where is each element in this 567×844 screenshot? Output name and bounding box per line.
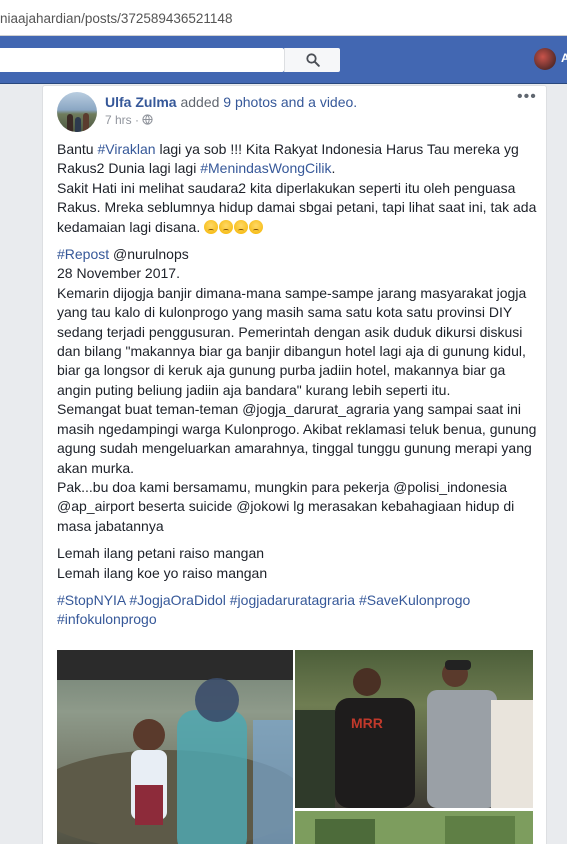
post-options-button[interactable]: •••	[517, 88, 537, 106]
facebook-top-bar: A	[0, 36, 567, 84]
post-header: Ulfa Zulma added 9 photos and a video.	[105, 94, 357, 110]
crying-face-icon	[249, 219, 264, 234]
post-hashtags[interactable]: #StopNYIA #JogjaOraDidol #jogjadaruratag…	[57, 591, 537, 630]
post-paragraph-4: Semangat buat teman-teman @jogja_darurat…	[57, 401, 537, 476]
post-time[interactable]: 7 hrs ·	[105, 113, 153, 127]
post-timestamp[interactable]: 7 hrs	[105, 113, 132, 127]
address-url[interactable]: niaajahardian/posts/372589436521148	[0, 11, 232, 26]
photo-3-image	[295, 811, 533, 844]
svg-text:MRR: MRR	[351, 715, 383, 731]
browser-address-bar[interactable]: niaajahardian/posts/372589436521148	[0, 0, 567, 36]
hashtag-menindaswongcilik[interactable]: #MenindasWongCilik	[200, 160, 331, 176]
author-avatar[interactable]	[57, 92, 97, 132]
search-input[interactable]	[0, 48, 284, 72]
search-button[interactable]	[284, 48, 340, 72]
post-paragraph-1: Bantu #Viraklan lagi ya sob !!! Kita Rak…	[57, 141, 519, 177]
photo-1-image	[57, 650, 293, 844]
crying-face-icon	[234, 219, 249, 234]
post-photo-1[interactable]	[57, 650, 293, 844]
author-name[interactable]: Ulfa Zulma	[105, 94, 177, 110]
post-text: Bantu #Viraklan lagi ya sob !!! Kita Rak…	[57, 140, 537, 630]
repost-line: #Repost @nurulnops	[57, 246, 189, 263]
post-action: added	[176, 94, 224, 110]
search-icon	[305, 53, 320, 67]
post-paragraph-2: Sakit Hati ini melihat saudara2 kita dip…	[57, 179, 537, 235]
post-card: Ulfa Zulma added 9 photos and a video. 7…	[42, 85, 547, 844]
crying-face-icon	[204, 219, 219, 234]
profile-name[interactable]: A	[561, 51, 567, 65]
media-link[interactable]: 9 photos and a video.	[223, 94, 357, 110]
post-paragraph-3: Kemarin dijogja banjir dimana-mana sampe…	[57, 284, 527, 398]
hashtag-repost[interactable]: #Repost	[57, 246, 109, 262]
photo-2-image: MRR	[295, 660, 533, 808]
crying-face-icon	[219, 219, 234, 234]
post-paragraph-5: Pak...bu doa kami bersamamu, mungkin par…	[57, 478, 515, 534]
post-line-6b: Lemah ilang koe yo raiso mangan	[57, 564, 268, 581]
post-photo-3[interactable]	[295, 811, 533, 844]
hashtag-viraklan[interactable]: #Viraklan	[97, 141, 155, 157]
post-date: 28 November 2017.	[57, 265, 180, 282]
profile-avatar[interactable]	[534, 48, 556, 70]
left-gutter	[0, 85, 41, 844]
public-globe-icon	[142, 114, 153, 125]
post-line-6a: Lemah ilang petani raiso mangan	[57, 545, 265, 562]
post-photo-2[interactable]: MRR	[295, 650, 533, 808]
